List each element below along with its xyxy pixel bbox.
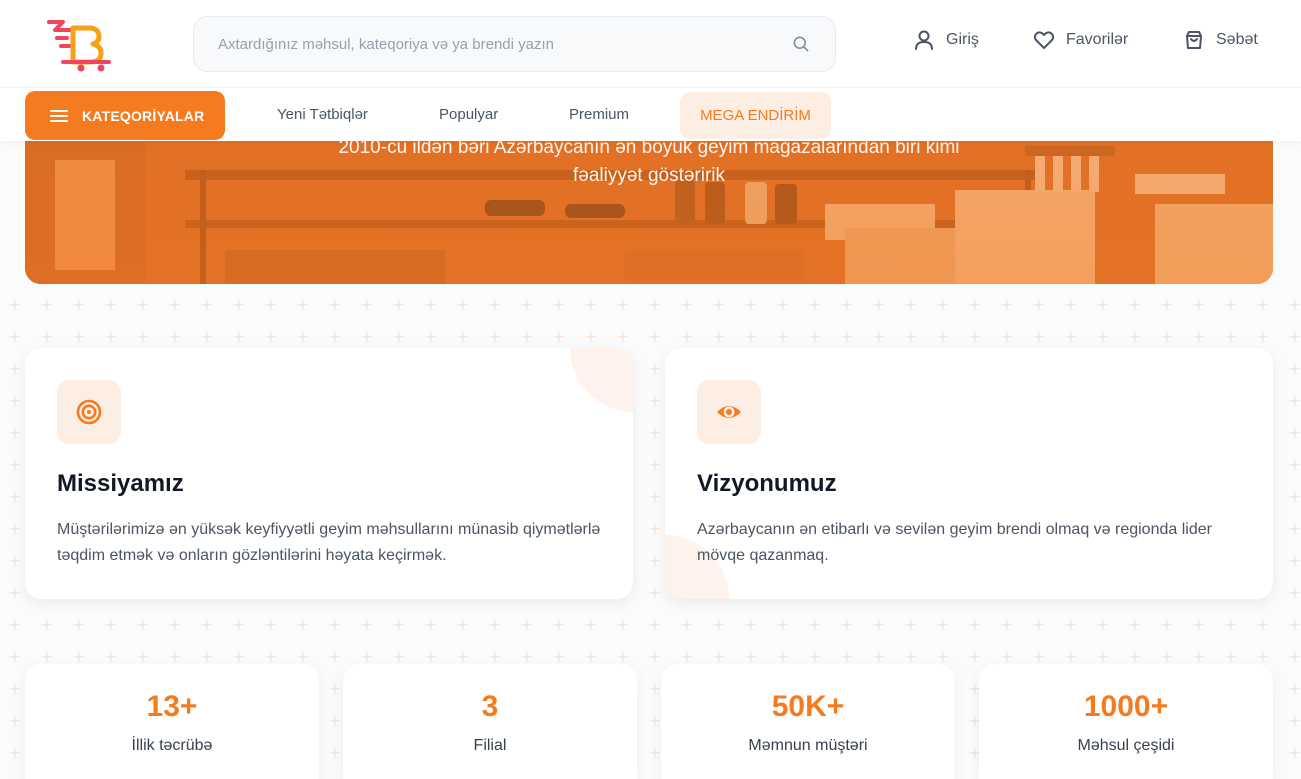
cart-label: Səbət: [1216, 31, 1258, 48]
stat-value: 1000+: [1083, 690, 1169, 723]
menu-icon: [50, 109, 68, 122]
categories-button[interactable]: KATEQORİYALAR: [25, 91, 225, 140]
target-icon: [76, 399, 102, 425]
stat-value: 13+: [146, 690, 198, 723]
main-nav: KATEQORİYALAR Yeni Tətbiqlər Populyar Pr…: [0, 88, 1301, 141]
categories-label: KATEQORİYALAR: [82, 107, 205, 124]
brand-logo[interactable]: [33, 16, 121, 72]
cart-button[interactable]: Səbət: [1182, 28, 1258, 52]
hero-line-2: fəaliyyət göstəririk: [572, 165, 726, 186]
login-label: Giriş: [946, 31, 979, 48]
stat-label: İllik təcrübə: [131, 737, 213, 754]
stat-label: Filial: [473, 737, 507, 754]
vision-title: Vizyonumuz: [697, 470, 837, 497]
card-decor: [570, 348, 633, 412]
login-button[interactable]: Giriş: [912, 28, 979, 52]
heart-icon: [1033, 31, 1055, 49]
stat-products: 1000+ Məhsul çeşidi: [979, 664, 1273, 779]
nav-link-popular[interactable]: Populyar: [439, 106, 498, 123]
mission-title: Missiyamız: [57, 470, 184, 497]
stat-label: Məhsul çeşidi: [1077, 737, 1175, 754]
site-header: Giriş Favorilər Səbət: [0, 0, 1301, 88]
stat-experience: 13+ İllik təcrübə: [25, 664, 319, 779]
mission-icon-box: [57, 380, 121, 444]
mega-sale-label: MEGA ENDİRİM: [700, 107, 811, 124]
stat-branches: 3 Filial: [343, 664, 637, 779]
shopping-bag-icon: [1186, 31, 1202, 49]
mission-text: Müştərilərimizə ən yüksək keyfiyyətli ge…: [57, 521, 601, 564]
favorites-label: Favorilər: [1066, 31, 1129, 48]
vision-icon-box: [697, 380, 761, 444]
search-input[interactable]: [218, 35, 791, 53]
nav-link-premium[interactable]: Premium: [569, 106, 629, 123]
cart-logo-icon: [47, 20, 111, 72]
vision-card: Vizyonumuz Azərbaycanın ən etibarlı və s…: [665, 348, 1273, 599]
eye-icon: [717, 406, 741, 418]
stat-value: 50K+: [771, 690, 845, 723]
stat-value: 3: [481, 690, 499, 723]
search-bar[interactable]: [193, 16, 836, 72]
search-icon[interactable]: [791, 34, 811, 54]
stat-customers: 50K+ Məmnun müştəri: [661, 664, 955, 779]
stat-label: Məmnun müştəri: [748, 737, 868, 754]
nav-link-new[interactable]: Yeni Tətbiqlər: [277, 106, 368, 123]
favorites-button[interactable]: Favorilər: [1032, 28, 1128, 52]
hero-text: 2010-cu ildən bəri Azərbaycanın ən böyük…: [25, 134, 1273, 190]
mega-sale-button[interactable]: MEGA ENDİRİM: [680, 92, 831, 139]
user-icon: [915, 30, 933, 50]
vision-text: Azərbaycanın ən etibarlı və sevilən geyi…: [697, 521, 1212, 564]
mission-card: Missiyamız Müştərilərimizə ən yüksək key…: [25, 348, 633, 599]
